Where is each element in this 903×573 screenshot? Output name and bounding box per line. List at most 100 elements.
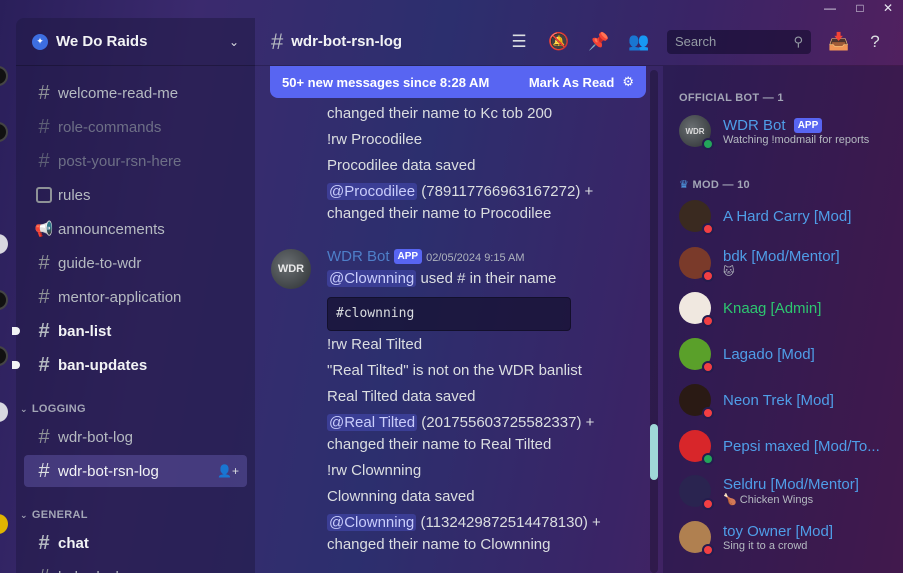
pin-icon[interactable]: 📌 (587, 30, 611, 54)
mark-as-read-button[interactable]: Mark As Read (529, 75, 615, 90)
category-general[interactable]: ⌄ GENERAL (16, 497, 255, 525)
member-item[interactable]: Neon Trek [Mod] (679, 379, 903, 421)
member-name: Pepsi maxed [Mod/To... (723, 437, 880, 455)
scrollbar-thumb[interactable] (650, 424, 658, 480)
channel-welcome-read-me[interactable]: # welcome-read-me (24, 77, 247, 109)
channel-wdr-bot-log[interactable]: # wdr-bot-log (24, 421, 247, 453)
search-input[interactable]: Search ⚲ (667, 29, 811, 54)
channel-rules[interactable]: rules (24, 179, 247, 211)
channel-label: announcements (58, 220, 165, 238)
server-avatar[interactable] (0, 514, 8, 534)
server-avatar[interactable] (0, 122, 8, 142)
channel-ban-updates[interactable]: # ban-updates (12, 349, 247, 381)
threads-icon[interactable]: ☰ (507, 30, 531, 54)
member-list: OFFICIAL BOT — 1 WDR WDR Bot APP Watchin… (663, 66, 903, 573)
message-line: changed their name to Clownning (327, 536, 551, 553)
user-mention[interactable]: @Procodilee (327, 183, 418, 200)
channel-guide-to-wdr[interactable]: # guide-to-wdr (24, 247, 247, 279)
close-icon[interactable]: ✕ (873, 0, 903, 18)
server-avatar[interactable] (0, 234, 8, 254)
avatar (679, 475, 714, 510)
maximize-icon[interactable]: □ (845, 0, 875, 18)
chat-header: # wdr-bot-rsn-log ☰ 🔕 📌 👥 Search ⚲ 📥 ? (255, 18, 903, 66)
channel-label: wdr-bot-rsn-log (58, 462, 159, 480)
chevron-down-icon: ⌄ (20, 510, 28, 520)
message-line: !rw Real Tilted (327, 336, 423, 353)
scrollbar[interactable] (650, 70, 658, 573)
category-logging[interactable]: ⌄ LOGGING (16, 391, 255, 419)
message-line: @Clownning (1132429872514478130) + (327, 512, 601, 534)
notifications-muted-icon[interactable]: 🔕 (547, 30, 571, 54)
server-avatar[interactable] (0, 346, 8, 366)
member-item-wdr-bot[interactable]: WDR WDR Bot APP Watching !modmail for re… (679, 110, 903, 152)
channel-announcements[interactable]: 📢 announcements (24, 213, 247, 245)
message-author[interactable]: WDR Bot (327, 248, 390, 265)
new-messages-bar[interactable]: 50+ new messages since 8:28 AM Mark As R… (270, 66, 646, 98)
member-name: Knaag [Admin] (723, 299, 822, 317)
search-placeholder: Search (675, 34, 717, 49)
channel-role-commands[interactable]: # role-commands (24, 111, 247, 143)
member-name: bdk [Mod/Mentor] (723, 248, 840, 265)
channel-help-desk[interactable]: # help-desk (24, 561, 247, 573)
hash-icon: # (38, 319, 50, 342)
channel-sidebar: ✦ We Do Raids ⌄ # welcome-read-me # role… (12, 18, 255, 573)
channel-label: chat (58, 534, 89, 552)
hash-icon: # (32, 566, 56, 573)
channel-wdr-bot-rsn-log[interactable]: # wdr-bot-rsn-log 👤+ (24, 455, 247, 487)
server-avatar[interactable] (0, 66, 8, 86)
member-item[interactable]: toy Owner [Mod] Sing it to a crowd (679, 516, 903, 558)
server-avatar[interactable] (0, 402, 8, 422)
message-line: @Real Tilted (201755603725582337) + (327, 412, 594, 434)
member-item[interactable]: Seldru [Mod/Mentor] 🍗 Chicken Wings (679, 470, 903, 512)
member-category-bot: OFFICIAL BOT — 1 (679, 92, 784, 104)
hash-icon: # (38, 149, 50, 172)
avatar (679, 430, 714, 465)
member-name: toy Owner [Mod] (723, 522, 834, 540)
server-avatar[interactable] (0, 290, 8, 310)
channel-label: wdr-bot-log (58, 428, 134, 446)
status-dnd-icon (702, 315, 714, 327)
user-mention[interactable]: @Real Tilted (327, 414, 418, 431)
message-header: WDR Bot APP 02/05/2024 9:15 AM (327, 246, 525, 269)
status-online-icon (702, 138, 714, 150)
avatar (679, 200, 714, 235)
member-category-label: MOD — 10 (692, 179, 750, 191)
avatar (679, 384, 714, 419)
server-header[interactable]: ✦ We Do Raids ⌄ (16, 18, 255, 66)
status-dnd-icon (702, 361, 714, 373)
member-list-icon[interactable]: 👥 (627, 30, 651, 54)
channel-label: ban-list (58, 322, 112, 340)
channel-mentor-application[interactable]: # mentor-application (24, 281, 247, 313)
status-dnd-icon (702, 498, 714, 510)
inbox-icon[interactable]: 📥 (827, 30, 851, 54)
category-label: GENERAL (31, 509, 88, 521)
avatar: WDR (679, 115, 714, 150)
member-status-text: Watching !modmail for reports (723, 133, 870, 146)
user-mention[interactable]: @Clownning (327, 270, 417, 287)
chevron-down-icon: ⌄ (20, 404, 28, 414)
chevron-down-icon[interactable]: ⌄ (229, 35, 239, 49)
avatar (679, 292, 714, 327)
avatar (679, 247, 714, 282)
add-member-icon[interactable]: 👤+ (217, 464, 239, 478)
user-mention[interactable]: @Clownning (327, 514, 417, 531)
channel-ban-list[interactable]: # ban-list (12, 315, 247, 347)
megaphone-icon: 📢 (34, 221, 54, 238)
server-rail (0, 18, 16, 573)
message-line: !rw Clownning (327, 462, 422, 479)
title-bar: — □ ✕ (0, 0, 903, 18)
avatar (679, 338, 714, 373)
member-item[interactable]: Knaag [Admin] (679, 287, 903, 329)
minimize-icon[interactable]: — (815, 0, 845, 18)
member-item[interactable]: Pepsi maxed [Mod/To... (679, 425, 903, 467)
hash-icon: # (38, 353, 50, 376)
member-item[interactable]: Lagado [Mod] (679, 333, 903, 375)
channel-chat[interactable]: # chat (24, 527, 247, 559)
member-item[interactable]: A Hard Carry [Mod] (679, 195, 903, 237)
help-icon[interactable]: ? (863, 30, 887, 54)
avatar[interactable]: WDR (271, 249, 311, 289)
hash-icon: # (38, 251, 50, 274)
hash-icon: # (38, 285, 50, 308)
channel-post-your-rsn-here[interactable]: # post-your-rsn-here (24, 145, 247, 177)
member-item[interactable]: bdk [Mod/Mentor] 🐱 (679, 242, 903, 284)
